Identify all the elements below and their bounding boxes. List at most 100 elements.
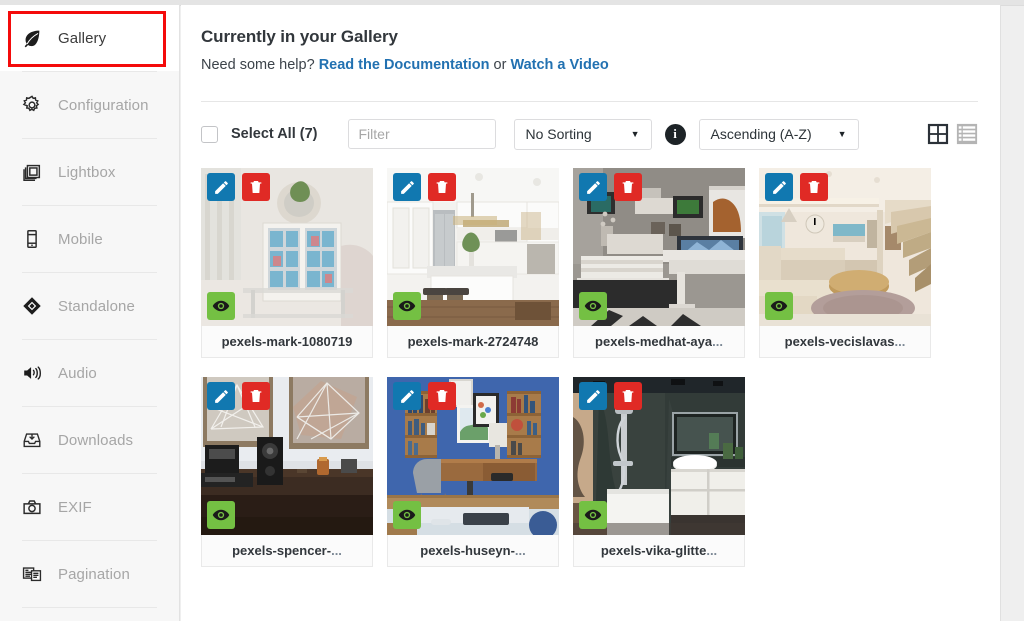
caption-text: pexels-vecislavas — [784, 334, 895, 349]
edit-button[interactable] — [393, 382, 421, 410]
edit-button[interactable] — [393, 173, 421, 201]
sorting-select[interactable]: No Sorting ▼ — [513, 118, 652, 150]
watch-video-link[interactable]: Watch a Video — [510, 57, 608, 73]
preview-button[interactable] — [393, 292, 421, 320]
edit-button[interactable] — [207, 382, 235, 410]
sidebar-item-gallery[interactable]: Gallery — [0, 5, 179, 71]
sidebar: Gallery Configuration Lightbox Mobile St… — [0, 5, 180, 621]
edit-button[interactable] — [207, 173, 235, 201]
leaf-icon — [20, 26, 44, 50]
gallery-item-caption: pexels-medhat-aya... — [573, 326, 745, 358]
app-root: Gallery Configuration Lightbox Mobile St… — [0, 0, 1024, 621]
speaker-icon — [20, 361, 44, 385]
caption-ellipsis: ... — [712, 334, 723, 349]
header-divider — [201, 101, 978, 102]
caption-ellipsis: ... — [514, 543, 526, 558]
preview-button[interactable] — [207, 501, 235, 529]
sidebar-item-pagination[interactable]: Pagination — [0, 541, 179, 607]
grid-view-icon[interactable] — [927, 123, 949, 145]
gallery-thumbnail[interactable] — [387, 168, 559, 326]
caption-text: pexels-spencer- — [232, 543, 332, 558]
select-all-label: Select All (7) — [231, 126, 318, 142]
sidebar-item-label: Pagination — [58, 565, 130, 583]
caption-text: pexels-mark-2724748 — [407, 334, 539, 349]
sidebar-item-mobile[interactable]: Mobile — [0, 206, 179, 272]
gear-icon — [20, 93, 44, 117]
help-line: Need some help? Read the Documentation o… — [201, 57, 978, 73]
preview-button[interactable] — [765, 292, 793, 320]
select-all-checkbox[interactable] — [201, 125, 218, 143]
filter-input[interactable] — [347, 119, 496, 149]
delete-button[interactable] — [428, 173, 456, 201]
edit-button[interactable] — [579, 382, 607, 410]
gallery-item-caption: pexels-vecislavas... — [759, 326, 931, 358]
preview-button[interactable] — [393, 501, 421, 529]
edit-button[interactable] — [765, 173, 793, 201]
delete-button[interactable] — [428, 382, 456, 410]
lightbox-icon — [20, 160, 44, 184]
sidebar-item-label: Downloads — [58, 431, 134, 449]
order-select[interactable]: Ascending (A-Z) ▼ — [698, 118, 859, 150]
delete-button[interactable] — [800, 173, 828, 201]
preview-button[interactable] — [579, 501, 607, 529]
mobile-icon — [20, 227, 44, 251]
gallery-item-caption: pexels-spencer-... — [201, 535, 373, 567]
sidebar-item-label: Configuration — [58, 96, 149, 114]
caption-text: pexels-medhat-aya — [595, 334, 713, 349]
sidebar-item-audio[interactable]: Audio — [0, 340, 179, 406]
page-title: Currently in your Gallery — [201, 27, 398, 46]
sidebar-item-standalone[interactable]: Standalone — [0, 273, 179, 339]
caption-text: pexels-mark-1080719 — [221, 334, 353, 349]
sorting-select-value: No Sorting — [525, 126, 592, 142]
gallery-thumbnail[interactable] — [759, 168, 931, 326]
gallery-item[interactable]: pexels-vecislavas... — [759, 168, 931, 358]
content-panel: Currently in your Gallery Need some help… — [181, 5, 1001, 621]
edit-button[interactable] — [579, 173, 607, 201]
gallery-thumbnail[interactable] — [201, 377, 373, 535]
gallery-thumbnail[interactable] — [573, 377, 745, 535]
documentation-link[interactable]: Read the Documentation — [319, 57, 490, 73]
caption-text: pexels-vika-glitte — [600, 543, 707, 558]
sidebar-item-label: EXIF — [58, 498, 92, 516]
download-icon — [20, 428, 44, 452]
delete-button[interactable] — [242, 173, 270, 201]
delete-button[interactable] — [614, 382, 642, 410]
gallery-item[interactable]: pexels-medhat-aya... — [573, 168, 745, 358]
sidebar-item-configuration[interactable]: Configuration — [0, 72, 179, 138]
sidebar-item-label: Gallery — [58, 29, 107, 47]
gallery-item[interactable]: pexels-mark-1080719 — [201, 168, 373, 358]
gallery-item[interactable]: pexels-vika-glitte ... — [573, 377, 745, 567]
diamond-icon — [20, 294, 44, 318]
sidebar-item-exif[interactable]: EXIF — [0, 474, 179, 540]
gallery-item-caption: pexels-mark-1080719 — [201, 326, 373, 358]
gallery-item-caption: pexels-mark-2724748 — [387, 326, 559, 358]
caption-ellipsis: ... — [331, 543, 342, 558]
gallery-item[interactable]: pexels-huseyn- ... — [387, 377, 559, 567]
chevron-down-icon: ▼ — [630, 128, 640, 139]
caption-text: pexels-huseyn- — [420, 543, 515, 558]
sidebar-item-label: Audio — [58, 364, 97, 382]
gallery-item[interactable]: pexels-mark-2724748 — [387, 168, 559, 358]
delete-button[interactable] — [242, 382, 270, 410]
pagination-icon — [20, 562, 44, 586]
gallery-toolbar: Select All (7) No Sorting ▼ i Ascending … — [201, 106, 978, 162]
sidebar-item-label: Mobile — [58, 230, 103, 248]
gallery-item[interactable]: pexels-spencer-... — [201, 377, 373, 567]
sidebar-item-downloads[interactable]: Downloads — [0, 407, 179, 473]
caption-ellipsis: ... — [706, 543, 718, 558]
sidebar-item-lightbox[interactable]: Lightbox — [0, 139, 179, 205]
sidebar-item-partial[interactable] — [0, 608, 179, 621]
gallery-thumbnail[interactable] — [201, 168, 373, 326]
list-view-icon[interactable] — [956, 123, 978, 145]
gallery-thumbnail[interactable] — [573, 168, 745, 326]
gallery-item-caption: pexels-huseyn- ... — [387, 535, 559, 567]
gallery-thumbnail[interactable] — [387, 377, 559, 535]
delete-button[interactable] — [614, 173, 642, 201]
help-middle: or — [489, 57, 511, 73]
preview-button[interactable] — [207, 292, 235, 320]
info-icon[interactable]: i — [664, 123, 686, 145]
sidebar-item-label: Lightbox — [58, 163, 116, 181]
caption-ellipsis: ... — [894, 334, 906, 349]
view-toggle-group — [927, 123, 978, 145]
preview-button[interactable] — [579, 292, 607, 320]
